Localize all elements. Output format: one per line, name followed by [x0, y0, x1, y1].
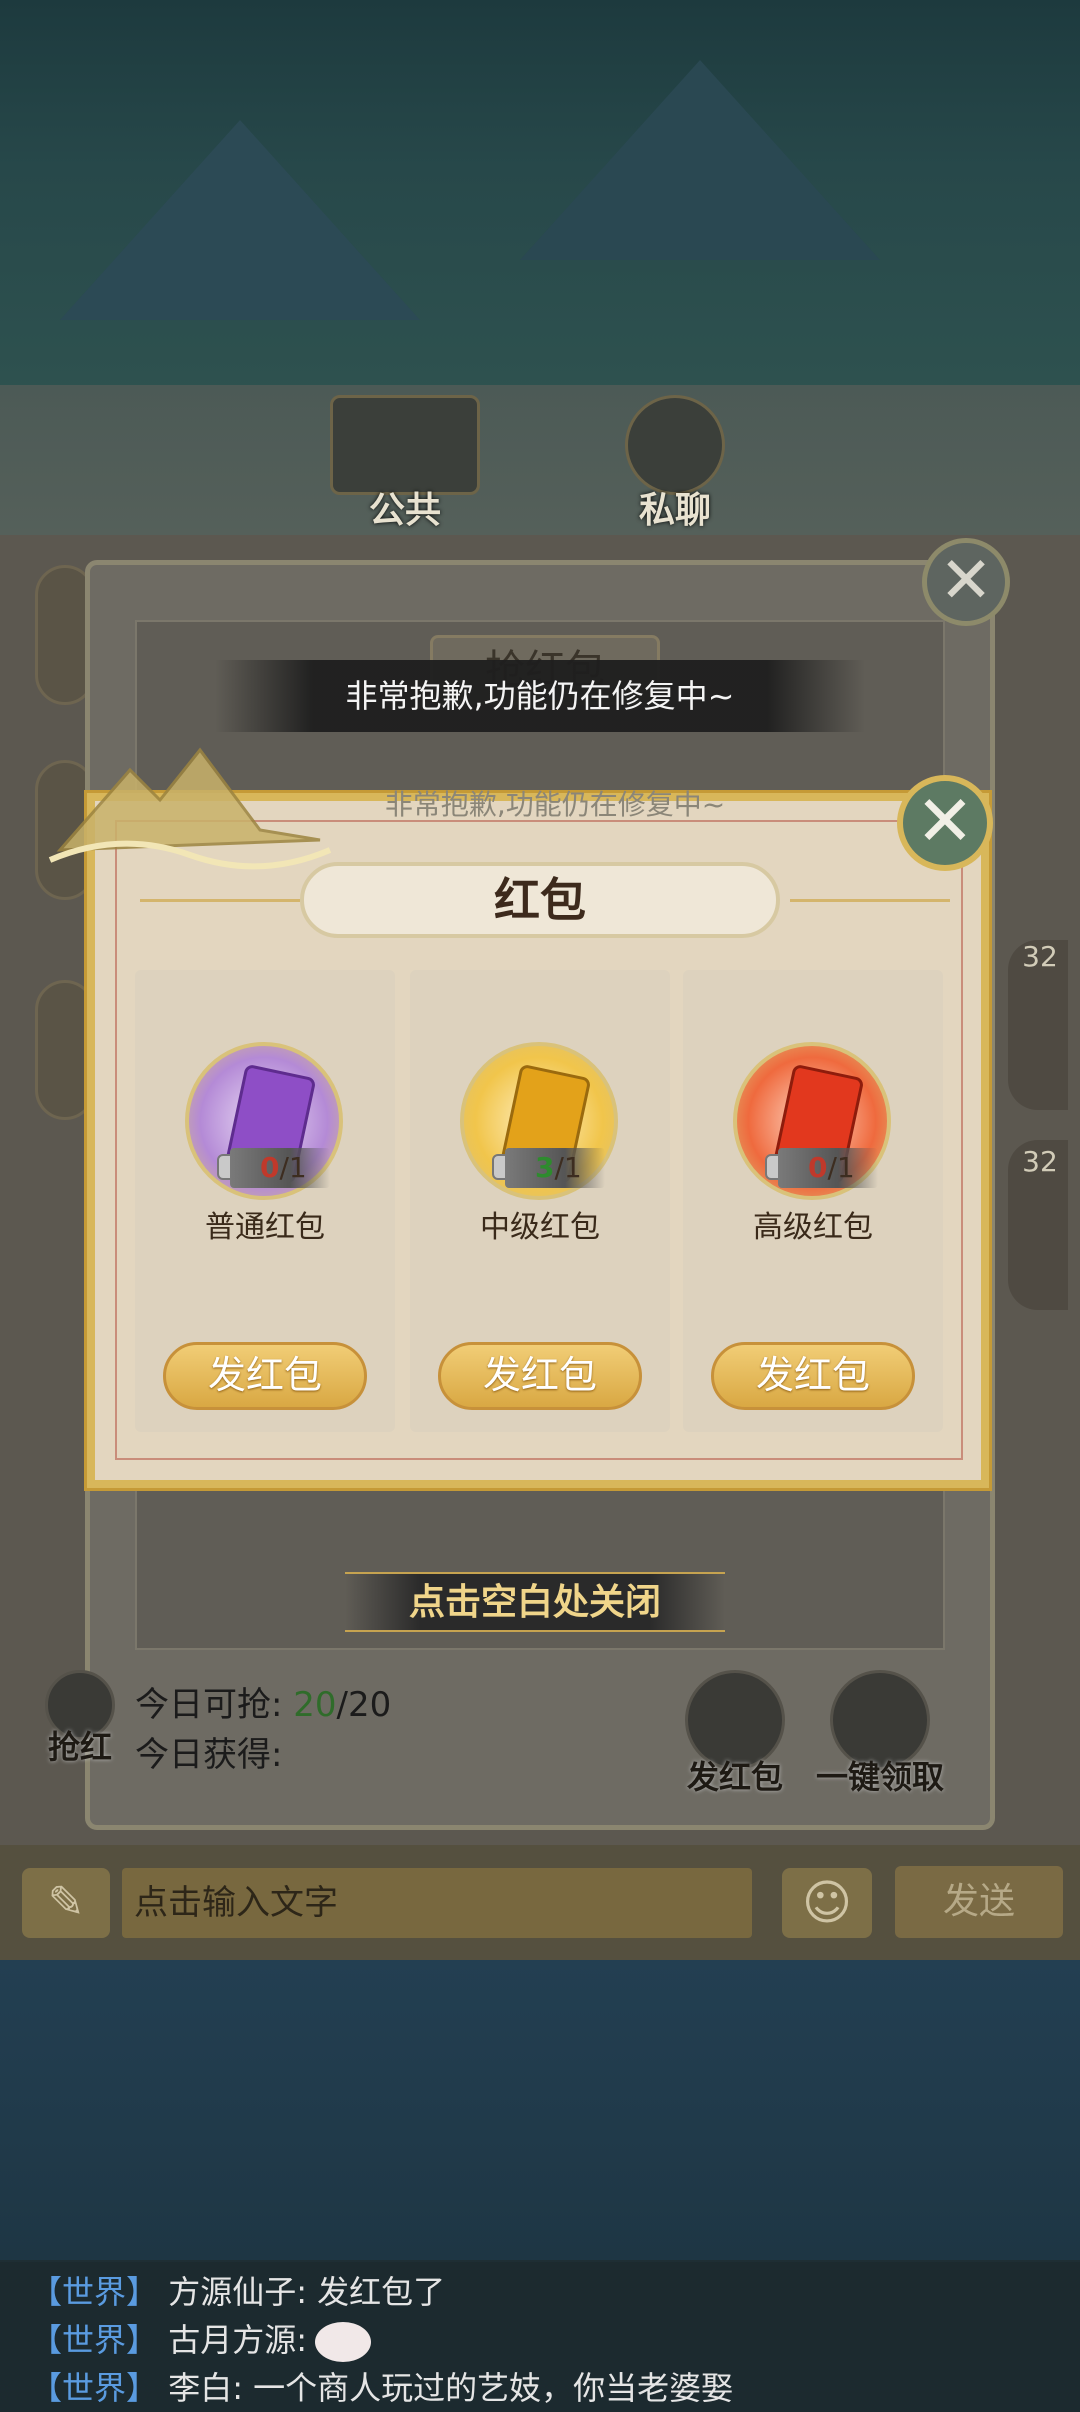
chat-log-line: 【世界】 古月方源:	[30, 2316, 371, 2364]
chat-text-input[interactable]	[122, 1868, 752, 1938]
title-divider	[790, 899, 950, 902]
obtained-row: 今日获得:	[135, 1735, 283, 1775]
card-name: 高级红包	[753, 1210, 873, 1245]
card-count: 0/1	[230, 1148, 330, 1188]
tab-private-label: 私聊	[638, 489, 711, 531]
card-name: 普通红包	[205, 1210, 325, 1245]
emoji-icon[interactable]: ☺	[782, 1868, 872, 1938]
red-packet-card-intermediate: 3/1 中级红包 发红包	[410, 970, 670, 1432]
level-badge: 32	[1022, 1145, 1058, 1178]
emoji-face-icon	[314, 2322, 371, 2362]
dialog-title: 红包	[300, 862, 780, 938]
card-name: 中级红包	[480, 1210, 600, 1245]
red-packet-card-advanced: 0/1 高级红包 发红包	[683, 970, 943, 1432]
close-icon[interactable]: ✕	[897, 775, 993, 871]
collect-label: 一键领取	[815, 1758, 944, 1796]
title-divider	[140, 899, 300, 902]
daily-stats: 今日可抢: 20/20 今日获得:	[135, 1680, 391, 1780]
tab-public-label: 公共	[368, 489, 441, 531]
level-badge: 32	[1022, 940, 1058, 973]
close-icon[interactable]: ✕	[922, 538, 1010, 626]
close-hint-banner[interactable]: 点击空白处关闭	[345, 1572, 725, 1632]
world-chat-log: 【世界】 方源仙子: 发红包了 【世界】 古月方源: 【世界】 李白: 一个商人…	[0, 2262, 1080, 2412]
mountain-cloud-decoration	[48, 747, 332, 870]
send-red-packet-button[interactable]: 发红包	[163, 1342, 367, 1410]
tab-private-chat[interactable]: 私聊	[575, 395, 775, 535]
mountain-shape	[520, 60, 880, 260]
collect-all-action[interactable]: 一键领取	[810, 1670, 950, 1810]
send-red-packet-action[interactable]: 发红包	[665, 1670, 805, 1810]
card-count: 3/1	[505, 1148, 605, 1188]
brush-icon[interactable]: ✎	[22, 1868, 110, 1938]
lower-scenery	[0, 1960, 1080, 2260]
red-packet-card-normal: 0/1 普通红包 发红包	[135, 970, 395, 1432]
background-scenery	[0, 0, 1080, 420]
mountain-shape	[60, 120, 420, 320]
toast-echo-text: 非常抱歉,功能仍在修复中~	[384, 788, 726, 821]
send-label: 发红包	[686, 1758, 783, 1796]
tab-bar	[0, 385, 1080, 535]
can-grab-row: 今日可抢: 20/20	[135, 1685, 392, 1725]
send-red-packet-button[interactable]: 发红包	[438, 1342, 642, 1410]
grab-red-packet-action[interactable]: 抢红	[10, 1670, 150, 1810]
chat-log-line: 【世界】 方源仙子: 发红包了	[30, 2273, 446, 2311]
character-avatar-icon	[625, 395, 725, 495]
card-count: 0/1	[778, 1148, 878, 1188]
send-button[interactable]: 发送	[895, 1866, 1063, 1938]
grab-label: 抢红	[47, 1728, 112, 1766]
tab-public[interactable]: 公共	[305, 395, 505, 535]
chat-log-line: 【世界】 李白: 一个商人玩过的艺妓，你当老婆娶	[30, 2369, 734, 2407]
send-red-packet-button[interactable]: 发红包	[711, 1342, 915, 1410]
pavilion-icon	[330, 395, 480, 495]
